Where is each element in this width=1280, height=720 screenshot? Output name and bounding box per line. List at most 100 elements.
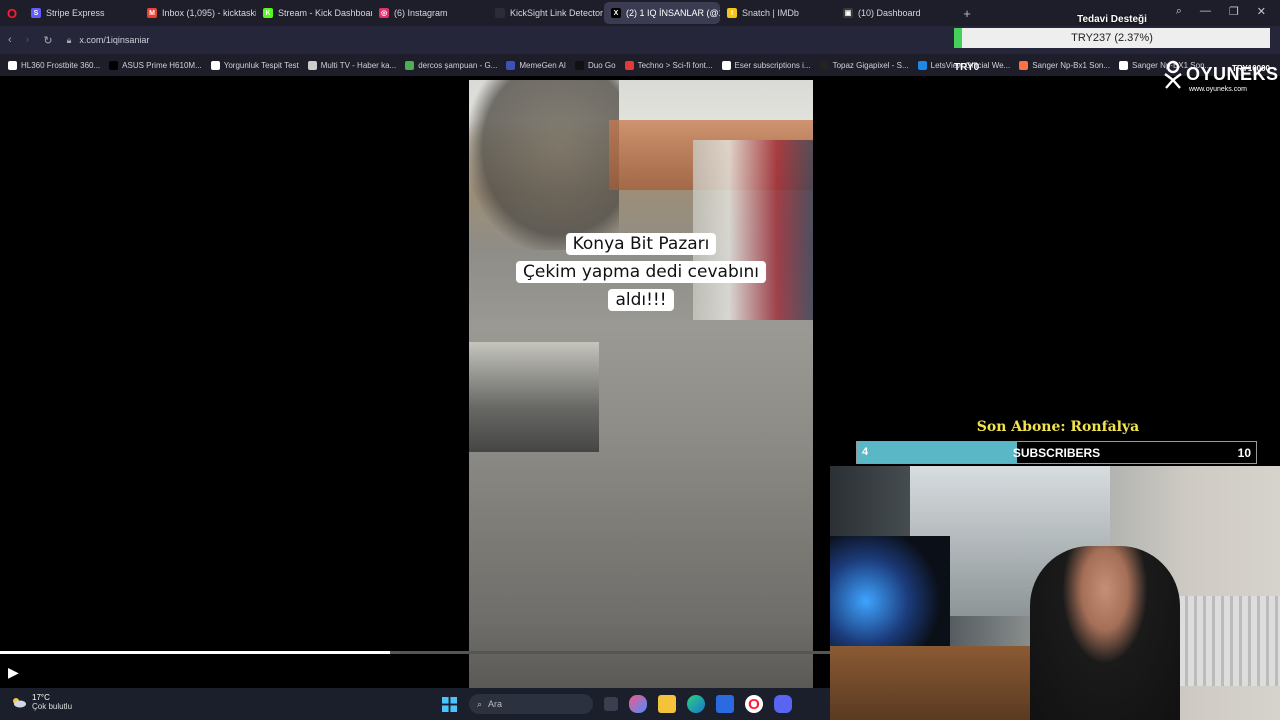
video-progress-bar[interactable] [0, 651, 830, 654]
opera-logo-icon[interactable]: O [0, 0, 24, 26]
copilot-icon[interactable] [629, 695, 647, 713]
weather-widget[interactable]: 17°C Çok bulutlu [10, 693, 72, 711]
subscriber-label: SUBSCRIBERS [1012, 446, 1101, 460]
bookmark-favicon-icon [109, 60, 119, 70]
tab-label: (10) Dashboard [858, 8, 921, 18]
webcam-streamer [1030, 546, 1180, 720]
video-player[interactable]: Konya Bit Pazarı Çekim yapma dedi cevabı… [469, 80, 813, 688]
tab-label: (6) Instagram [394, 8, 448, 18]
tab-favicon-icon: M [147, 8, 157, 18]
subscriber-goal: 10 [1237, 446, 1251, 460]
lock-icon: 🔒︎ [66, 34, 72, 45]
tab-label: Stream - Kick Dashboard [278, 8, 372, 18]
tab-favicon-icon: K [263, 8, 273, 18]
bookmark-item[interactable]: Sanger Np-Bx1 Son... [1019, 60, 1111, 70]
webcam-sofa [1170, 596, 1280, 686]
cloud-icon [13, 698, 26, 708]
last-subscriber: Son Abone: Ronfalya [976, 419, 1140, 435]
bookmark-label: Eser subscriptions i... [734, 60, 811, 70]
tab-item[interactable]: X (2) 1 IQ İNSANLAR (@1iq [604, 2, 720, 24]
tab-item[interactable]: S Stripe Express [24, 2, 140, 24]
file-explorer-icon[interactable] [658, 695, 676, 713]
bookmark-favicon-icon [307, 60, 317, 70]
donation-goal-widget: Tedavi Desteği TRY237 (2.37%) TRY0 TRY10… [954, 14, 1270, 73]
oyuneks-logo: OYUNEKS www.oyuneks.com [1162, 60, 1278, 96]
windows-start-icon[interactable] [440, 695, 458, 713]
bookmark-favicon-icon [721, 60, 731, 70]
bookmark-item[interactable]: Duo Go [575, 60, 616, 70]
tab-list: S Stripe Express M Inbox (1,095) - kicktask… [24, 2, 952, 24]
tab-favicon-icon: ◎ [379, 8, 389, 18]
bookmark-item[interactable]: Multi TV - Haber ka... [307, 60, 397, 70]
reload-icon[interactable]: ↻ [43, 34, 52, 47]
bookmark-label: Duo Go [588, 60, 616, 70]
tab-item[interactable]: KickSight Link Detector [488, 2, 604, 24]
tab-item[interactable]: K Stream - Kick Dashboard [256, 2, 372, 24]
tab-label: Snatch | IMDb [742, 8, 799, 18]
taskbar-search[interactable]: ⌕ Ara [469, 694, 593, 714]
donation-bar: TRY237 (2.37%) [954, 28, 1270, 48]
bookmarks-bar: HL360 Frostbite 360... ASUS Prime H610M..… [0, 54, 1280, 76]
donation-min: TRY0 [954, 62, 980, 73]
tab-favicon-icon: I [727, 8, 737, 18]
bookmark-favicon-icon [624, 60, 634, 70]
tab-label: Inbox (1,095) - kicktaskine [162, 8, 256, 18]
oyuneks-mark-icon [1164, 60, 1182, 89]
bookmark-favicon-icon [575, 60, 585, 70]
task-view-icon[interactable] [604, 697, 618, 711]
bookmark-item[interactable]: Techno > Sci-fi font... [624, 60, 713, 70]
tab-item[interactable]: I Snatch | IMDb [720, 2, 836, 24]
bookmark-favicon-icon [405, 60, 415, 70]
bookmark-favicon-icon [917, 60, 927, 70]
bookmark-favicon-icon [819, 60, 829, 70]
video-caption: Konya Bit Pazarı Çekim yapma dedi cevabı… [469, 230, 813, 314]
bookmark-item[interactable]: Yorgunluk Tespit Test [210, 60, 299, 70]
bookmark-item[interactable]: dercos şampuan - G... [405, 60, 498, 70]
bookmark-item[interactable]: Eser subscriptions i... [721, 60, 811, 70]
temperature: 17°C [32, 693, 50, 702]
discord-icon[interactable] [774, 695, 792, 713]
tab-item[interactable]: ▣ (10) Dashboard [836, 2, 952, 24]
bookmark-label: Topaz Gigapixel - S... [832, 60, 909, 70]
tab-favicon-icon: ▣ [843, 8, 853, 18]
tab-favicon-icon [495, 8, 505, 18]
caption-line: Konya Bit Pazarı [565, 233, 717, 255]
webcam-feed [830, 466, 1280, 720]
url-field[interactable]: x.com/1iqinsaniar [79, 35, 149, 45]
video-frame-goods [469, 342, 599, 452]
store-icon[interactable] [716, 695, 734, 713]
opera-icon[interactable]: O [745, 695, 763, 713]
play-icon[interactable]: ▶ [8, 664, 22, 680]
bookmark-favicon-icon [506, 60, 516, 70]
bookmark-item[interactable]: HL360 Frostbite 360... [8, 60, 101, 70]
donation-title: Tedavi Desteği [1077, 14, 1147, 25]
taskbar: 17°C Çok bulutlu ⌕ Ara O [0, 688, 830, 720]
video-progress-fill [0, 651, 391, 654]
search-placeholder: Ara [488, 699, 503, 709]
bookmark-item[interactable]: Topaz Gigapixel - S... [819, 60, 909, 70]
caption-line: Çekim yapma dedi cevabını [516, 261, 766, 283]
bookmark-favicon-icon [210, 60, 220, 70]
bookmark-label: dercos şampuan - G... [418, 60, 498, 70]
tab-item[interactable]: M Inbox (1,095) - kicktaskine [140, 2, 256, 24]
tab-label: (2) 1 IQ İNSANLAR (@1iq [626, 8, 720, 18]
edge-icon[interactable] [687, 695, 705, 713]
tab-item[interactable]: ◎ (6) Instagram [372, 2, 488, 24]
tab-favicon-icon: S [31, 8, 41, 18]
brand-name: OYUNEKS [1186, 64, 1279, 84]
tab-label: KickSight Link Detector [510, 8, 604, 18]
brand-url: www.oyuneks.com [1189, 86, 1247, 93]
tab-favicon-icon: X [611, 8, 621, 18]
bookmark-label: Multi TV - Haber ka... [320, 60, 397, 70]
forward-icon[interactable]: › [26, 34, 30, 46]
tab-label: Stripe Express [46, 8, 105, 18]
bookmark-item[interactable]: MemeGen AI [506, 60, 567, 70]
bookmark-favicon-icon [8, 60, 17, 70]
back-icon[interactable]: ‹ [8, 34, 12, 46]
search-icon: ⌕ [477, 698, 483, 709]
bookmark-item[interactable]: ASUS Prime H610M... [109, 60, 202, 70]
bookmark-label: Sanger Np-Bx1 Son... [1032, 60, 1111, 70]
bookmark-label: HL360 Frostbite 360... [21, 60, 101, 70]
bookmark-label: MemeGen AI [519, 60, 567, 70]
video-frame-tree [469, 80, 619, 250]
